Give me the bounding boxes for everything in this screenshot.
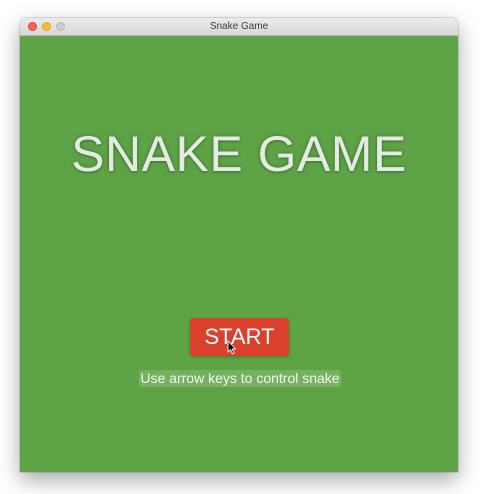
title-bar[interactable]: Snake Game [20,18,458,36]
start-button[interactable]: START [190,318,289,356]
instructions-text: Use arrow keys to control snake [139,370,341,387]
game-title: SNAKE GAME [71,126,407,182]
arrow-pointer-icon [227,340,237,355]
game-canvas: SNAKE GAME START Use arrow keys to contr… [20,36,458,472]
app-window: Snake Game SNAKE GAME START Use arrow ke… [20,18,458,472]
window-title: Snake Game [209,21,269,32]
